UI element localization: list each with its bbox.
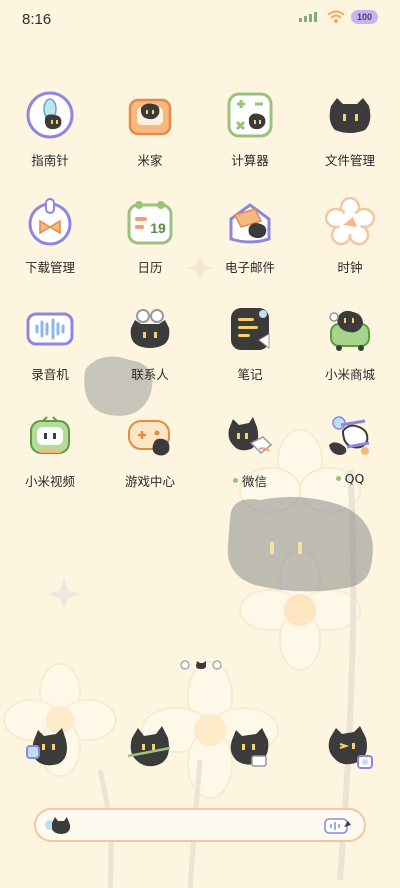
search-cat-icon bbox=[44, 815, 72, 835]
app-calculator[interactable]: 计算器 bbox=[200, 90, 300, 169]
status-bar: 8:16 100 bbox=[0, 0, 400, 40]
app-label: 小米视频 bbox=[24, 474, 75, 489]
battery-badge: 100 bbox=[350, 10, 378, 24]
browser-icon bbox=[224, 722, 276, 774]
qq-icon bbox=[325, 411, 375, 461]
app-file-manager[interactable]: 文件管理 bbox=[300, 90, 400, 169]
app-label: QQ bbox=[335, 471, 364, 486]
search-bar[interactable] bbox=[34, 808, 366, 842]
app-wechat[interactable]: 微信 bbox=[200, 411, 300, 490]
phone-icon bbox=[24, 722, 76, 774]
app-label: 联系人 bbox=[131, 367, 169, 382]
app-label: 游戏中心 bbox=[124, 474, 175, 489]
app-label: 电子邮件 bbox=[224, 260, 275, 275]
voice-search-icon[interactable] bbox=[324, 817, 354, 835]
new-badge-dot bbox=[335, 476, 341, 481]
calendar-day: 19 bbox=[150, 220, 166, 236]
app-mi-store[interactable]: 小米商城 bbox=[300, 304, 400, 383]
store-icon bbox=[325, 304, 375, 354]
app-compass[interactable]: 指南针 bbox=[0, 90, 100, 169]
app-label: 录音机 bbox=[31, 367, 69, 382]
signal-icon bbox=[298, 12, 321, 22]
app-grid: 指南针 米家 计算器 文件管理 下载管理 19 日历 电子邮件 时钟 录音机 联… bbox=[0, 90, 400, 490]
page-indicator[interactable] bbox=[178, 660, 224, 670]
app-label: 笔记 bbox=[237, 367, 263, 382]
wechat-icon bbox=[225, 411, 275, 461]
camera-icon bbox=[324, 722, 376, 774]
dock bbox=[0, 722, 400, 774]
app-download-manager[interactable]: 下载管理 bbox=[0, 197, 100, 276]
game-icon bbox=[125, 411, 175, 461]
dock-camera[interactable] bbox=[300, 722, 400, 774]
app-qq[interactable]: QQ bbox=[300, 411, 400, 490]
download-icon bbox=[25, 197, 75, 247]
app-contacts[interactable]: 联系人 bbox=[100, 304, 200, 383]
app-label: 微信 bbox=[232, 471, 267, 490]
app-label: 计算器 bbox=[231, 153, 269, 168]
home-icon bbox=[125, 90, 175, 140]
calculator-icon bbox=[225, 90, 275, 140]
app-label: 日历 bbox=[137, 260, 163, 275]
status-icons: 100 bbox=[298, 10, 378, 24]
app-recorder[interactable]: 录音机 bbox=[0, 304, 100, 383]
app-label: 米家 bbox=[137, 153, 163, 168]
dock-phone[interactable] bbox=[0, 722, 100, 774]
page-dot-1 bbox=[178, 660, 192, 670]
app-label: 时钟 bbox=[337, 260, 363, 275]
app-label: 文件管理 bbox=[324, 153, 375, 168]
app-mi-video[interactable]: 小米视频 bbox=[0, 411, 100, 490]
page-dot-3 bbox=[210, 660, 224, 670]
app-notes[interactable]: 笔记 bbox=[200, 304, 300, 383]
new-badge-dot bbox=[232, 478, 238, 483]
dock-messages[interactable] bbox=[100, 722, 200, 774]
status-time: 8:16 bbox=[22, 11, 52, 28]
app-email[interactable]: 电子邮件 bbox=[200, 197, 300, 276]
folder-icon bbox=[325, 90, 375, 140]
recorder-icon bbox=[25, 304, 75, 354]
notes-icon bbox=[225, 304, 275, 354]
app-calendar[interactable]: 19 日历 bbox=[100, 197, 200, 276]
messages-icon bbox=[124, 722, 176, 774]
app-label: 小米商城 bbox=[324, 367, 375, 382]
compass-icon bbox=[25, 90, 75, 140]
app-game-center[interactable]: 游戏中心 bbox=[100, 411, 200, 490]
mail-icon bbox=[225, 197, 275, 247]
app-label: 指南针 bbox=[31, 153, 69, 168]
app-clock[interactable]: 时钟 bbox=[300, 197, 400, 276]
page-dot-2-active bbox=[194, 660, 208, 670]
calendar-icon: 19 bbox=[125, 197, 175, 247]
dock-browser[interactable] bbox=[200, 722, 300, 774]
video-icon bbox=[25, 411, 75, 461]
clock-icon bbox=[325, 197, 375, 247]
wifi-icon bbox=[327, 10, 345, 24]
app-label: 下载管理 bbox=[24, 260, 75, 275]
contacts-icon bbox=[125, 304, 175, 354]
app-mijia[interactable]: 米家 bbox=[100, 90, 200, 169]
